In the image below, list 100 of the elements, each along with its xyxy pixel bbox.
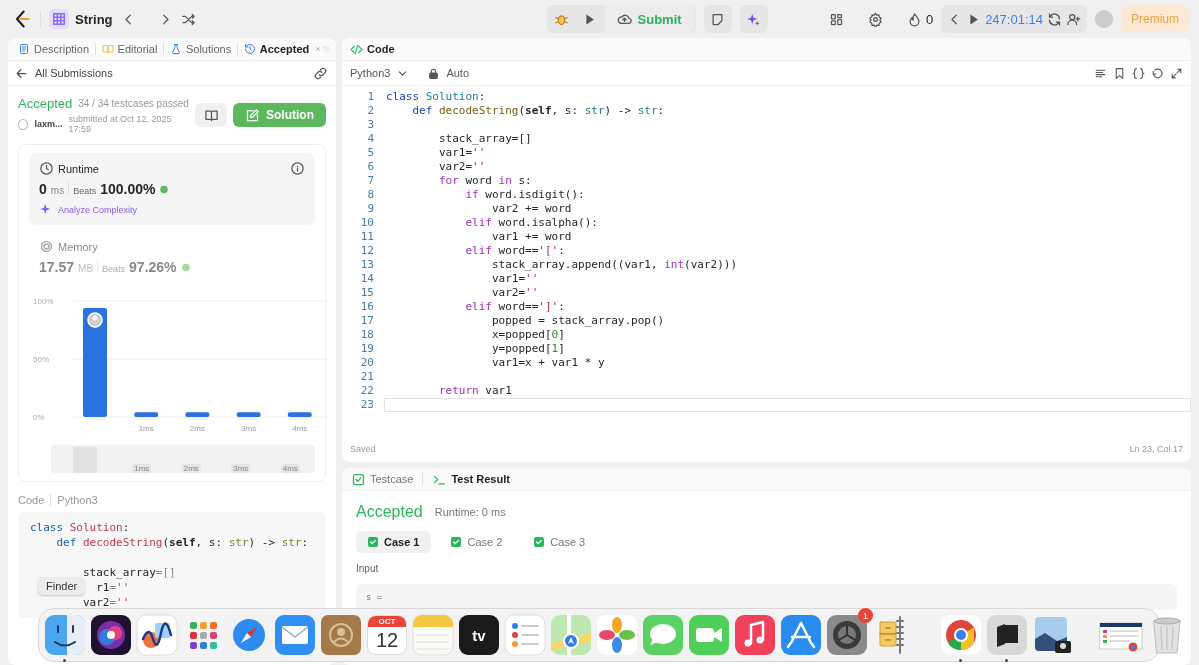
analyze-complexity-link[interactable]: Analyze Complexity (58, 204, 138, 215)
testcases-passed: 34 / 34 testcases passed (78, 98, 189, 109)
axis-label: 3ms (241, 424, 257, 433)
add-user-icon[interactable] (1066, 11, 1081, 27)
username[interactable]: laxm... (34, 119, 63, 129)
stat-panel[interactable]: Runtime 0 ms Beats 100.00% Analyze Complexity (29, 153, 315, 225)
grid-icon[interactable] (49, 9, 69, 29)
line-number: 2 (366, 104, 375, 118)
shuffle-icon[interactable] (180, 11, 196, 27)
gear-icon[interactable] (825, 613, 869, 657)
line-number: 1 (366, 90, 375, 104)
bookmark-icon[interactable] (1113, 66, 1126, 80)
stat-title: Runtime (58, 162, 100, 175)
input-label: Input (356, 563, 380, 574)
scribble-icon[interactable] (135, 613, 179, 657)
code-line: elif word==']': (464, 300, 565, 314)
undo-icon[interactable] (1151, 66, 1164, 80)
code-line: var2 += word (490, 202, 572, 216)
axis-label: 50% (33, 355, 49, 364)
avatar-icon (87, 312, 103, 328)
code-line: if word.isdigit(): (464, 188, 585, 202)
line-number: 10 (359, 216, 375, 230)
link-icon[interactable] (313, 65, 328, 81)
axis-label: 1ms (138, 424, 154, 433)
case-tab[interactable]: Case 2 (439, 531, 515, 553)
bar[interactable] (83, 307, 107, 417)
info-icon[interactable] (290, 161, 305, 176)
bar[interactable] (287, 412, 312, 417)
braces-icon[interactable] (1132, 66, 1145, 80)
language-selector[interactable]: Python3 (350, 67, 391, 79)
bar[interactable] (134, 412, 159, 417)
code-line: elif word.isalpha(): (464, 216, 598, 230)
line-number: 12 (359, 244, 375, 258)
line-number: 3 (366, 118, 375, 132)
lock-icon (427, 66, 441, 80)
line-number: 4 (366, 132, 375, 146)
problem-list-title[interactable]: String (75, 11, 113, 27)
case-tab[interactable]: Case 1 (356, 531, 432, 553)
chip-icon (39, 239, 54, 254)
music-note-icon[interactable] (733, 613, 777, 657)
book-icon (203, 107, 219, 123)
panel-tab[interactable]: Description (14, 43, 94, 55)
tooltip: Finder (38, 577, 86, 595)
stat-unit: MB (78, 263, 94, 274)
stat-title: Memory (58, 240, 99, 253)
layout-icon[interactable] (828, 11, 844, 27)
tv-icon[interactable]: tv (459, 615, 499, 655)
calendar-day: 12 (375, 627, 399, 653)
tv-label: tv (472, 626, 486, 644)
envelope-icon[interactable] (273, 613, 317, 657)
axis-label: 100% (33, 297, 54, 306)
code-line: var2='' (438, 160, 486, 174)
line-number: 23 (359, 398, 375, 412)
color-wheel-icon[interactable] (939, 613, 983, 657)
axis-label: 2ms (189, 424, 205, 433)
line-number: 15 (359, 286, 375, 300)
orb-icon[interactable] (89, 613, 133, 657)
code-line: r1='' (96, 580, 130, 595)
submission-time: submitted at Oct 12, 2025 17:59 (68, 114, 173, 134)
calendar-icon[interactable]: OCT 12 (367, 615, 407, 655)
flower-icon[interactable] (595, 613, 639, 657)
bar[interactable] (185, 412, 210, 417)
navigator-label: 1ms (132, 464, 152, 473)
stat-panel[interactable]: Memory 17.57 MB Beats 97.26% (29, 231, 315, 283)
book-button[interactable] (195, 103, 227, 127)
smiling-face-icon[interactable] (43, 613, 87, 657)
panel-tab[interactable]: Test Result (429, 471, 513, 487)
refresh-icon[interactable] (1047, 11, 1062, 27)
map-icon[interactable] (549, 613, 593, 657)
code-line: var1=x + var1 * y (490, 356, 605, 370)
axis-label: 4ms (292, 424, 308, 433)
person-card-icon[interactable] (319, 613, 363, 657)
check-icon (368, 537, 378, 547)
range-navigator[interactable]: 1ms 2ms 3ms 4ms (51, 445, 315, 473)
panel-tab[interactable]: Solutions (165, 43, 236, 55)
panel-tab[interactable]: Accepted (239, 43, 314, 55)
flame-icon[interactable] (906, 11, 922, 27)
beats-percentage: 100.00% (100, 181, 156, 197)
mode-label[interactable]: Auto (446, 67, 469, 79)
all-submissions-link[interactable]: All Submissions (35, 67, 307, 79)
panel-tab[interactable]: Testcase (348, 471, 417, 487)
expand-icon[interactable] (1170, 66, 1183, 80)
submission-status: Accepted (18, 96, 73, 111)
save-status: Saved (350, 444, 376, 454)
clock-icon (39, 161, 54, 176)
code-line: popped = stack_array.pop() (490, 314, 665, 328)
bar[interactable] (236, 412, 261, 417)
stat-unit: ms (50, 185, 65, 196)
code-line: for word in s: (438, 174, 532, 188)
line-number: 7 (366, 174, 375, 188)
line-number: 16 (359, 300, 375, 314)
timer-display: 247:01:14 (985, 11, 1043, 27)
note-icon[interactable] (710, 11, 726, 27)
code-label: Code (18, 494, 45, 506)
settings-icon[interactable] (867, 11, 883, 27)
case-tab[interactable]: Case 3 (522, 531, 598, 553)
checklist-icon[interactable] (503, 613, 547, 657)
code-line: def decodeString(self, s: str) -> str: (411, 104, 665, 118)
code-line: elif word=='[': (464, 244, 565, 258)
panel-tab[interactable]: Editorial (97, 43, 162, 55)
